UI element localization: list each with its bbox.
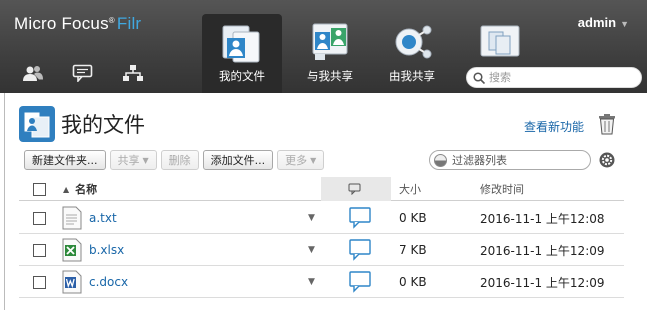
brand-name: Micro Focus [14, 14, 109, 33]
filter-input[interactable] [452, 153, 582, 167]
search-input[interactable] [489, 71, 629, 84]
file-modified: 2016-11-1 上午12:08 [480, 211, 605, 226]
tab-shared-with-me[interactable]: 与我共享 [290, 14, 370, 93]
toolbar: 新建文件夹... 共享 ▼ 删除 添加文件... 更多 ▼ [24, 150, 325, 170]
modified-column-header[interactable]: 修改时间 [480, 177, 524, 201]
page-title: 我的文件 [61, 113, 145, 137]
more-button[interactable]: 更多 ▼ [277, 150, 325, 170]
shared-by-me-icon [395, 25, 432, 59]
comment-icon[interactable] [349, 271, 371, 293]
chevron-down-icon: ▼ [620, 19, 629, 29]
top-bar: Micro Focus® Filr 我的文件 与我共享 由我共享 admin ▼… [0, 0, 647, 93]
chevron-down-icon: ▼ [310, 155, 317, 165]
comment-icon[interactable] [349, 239, 371, 261]
row-menu-dropdown-icon[interactable]: ▼ [308, 213, 315, 223]
filter-icon [434, 153, 447, 167]
tab-label: 由我共享 [389, 69, 435, 83]
file-size: 7 KB [399, 243, 427, 257]
user-menu[interactable]: admin ▼ [578, 15, 629, 30]
comments-icon[interactable] [72, 61, 122, 85]
new-folder-button[interactable]: 新建文件夹... [24, 150, 106, 170]
excel-file-icon [62, 238, 82, 262]
add-files-button[interactable]: 添加文件... [202, 150, 274, 170]
share-button[interactable]: 共享 ▼ [109, 150, 157, 170]
brand-logo: Micro Focus® Filr [14, 14, 141, 34]
main-panel: 我的文件 查看新功能 新建文件夹... 共享▼ 删除 添加文件... 更多▼ ▲… [4, 93, 647, 310]
comment-icon [348, 183, 361, 195]
file-size: 0 KB [399, 275, 427, 289]
my-files-icon [222, 25, 260, 63]
brand-registered-mark: ® [108, 16, 115, 25]
page-header: 我的文件 [19, 106, 145, 142]
row-checkbox[interactable] [33, 211, 46, 225]
quick-icons [22, 61, 172, 85]
delete-button[interactable]: 删除 [160, 150, 199, 170]
file-name-link[interactable]: c.docx [89, 275, 128, 289]
file-name-link[interactable]: a.txt [89, 211, 117, 225]
tab-shared-by-me[interactable]: 由我共享 [372, 14, 452, 93]
delete-label: 删除 [168, 154, 191, 167]
new-folder-label: 新建文件夹... [32, 154, 98, 167]
tab-label: 与我共享 [307, 69, 353, 83]
name-column-label: 名称 [75, 183, 98, 196]
table-row[interactable]: a.txt ▼ 0 KB 2016-11-1 上午12:08 [19, 202, 624, 234]
word-file-icon [62, 270, 82, 294]
row-menu-dropdown-icon[interactable]: ▼ [308, 277, 315, 287]
row-checkbox[interactable] [33, 275, 46, 289]
my-files-icon [19, 106, 55, 142]
people-icon[interactable] [22, 61, 72, 85]
whats-new-link[interactable]: 查看新功能 [524, 118, 584, 135]
table-row[interactable]: c.docx ▼ 0 KB 2016-11-1 上午12:09 [19, 266, 624, 298]
search-icon [473, 71, 485, 84]
brand-product: Filr [116, 14, 142, 33]
user-name: admin [577, 15, 617, 30]
file-modified: 2016-11-1 上午12:09 [480, 275, 605, 290]
tab-my-files[interactable]: 我的文件 [202, 14, 282, 93]
net-folders-icon [480, 25, 520, 57]
org-chart-icon[interactable] [122, 61, 172, 85]
file-modified: 2016-11-1 上午12:09 [480, 243, 605, 258]
share-label: 共享 [117, 154, 140, 167]
chevron-down-icon: ▼ [142, 155, 149, 165]
text-file-icon [62, 206, 82, 230]
filter-box[interactable] [429, 150, 591, 170]
add-files-label: 添加文件... [210, 154, 266, 167]
table-header: ▲ 名称 大小 修改时间 [19, 177, 624, 201]
select-all-checkbox[interactable] [33, 182, 46, 196]
tab-label: 我的文件 [219, 69, 265, 83]
file-size: 0 KB [399, 211, 427, 225]
gear-icon[interactable] [599, 152, 615, 168]
name-column-header[interactable]: ▲ 名称 [63, 177, 97, 201]
sort-icon: ▲ [63, 184, 70, 194]
comment-icon[interactable] [349, 207, 371, 229]
row-checkbox[interactable] [33, 243, 46, 257]
more-label: 更多 [285, 154, 308, 167]
shared-with-me-icon [312, 23, 348, 60]
size-column-label: 大小 [399, 183, 421, 196]
trash-icon[interactable] [597, 113, 617, 135]
row-menu-dropdown-icon[interactable]: ▼ [308, 245, 315, 255]
search-box[interactable] [466, 67, 642, 88]
file-name-link[interactable]: b.xlsx [89, 243, 124, 257]
size-column-header[interactable]: 大小 [399, 177, 421, 201]
modified-column-label: 修改时间 [480, 183, 524, 196]
table-row[interactable]: b.xlsx ▼ 7 KB 2016-11-1 上午12:09 [19, 234, 624, 266]
